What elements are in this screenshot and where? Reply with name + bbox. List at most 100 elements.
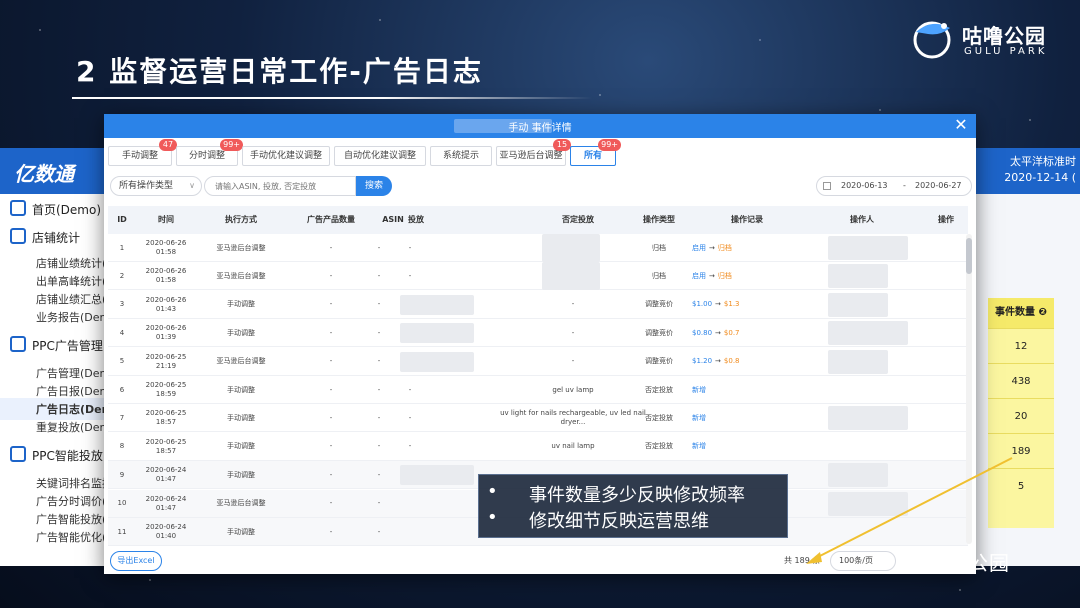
- table-row[interactable]: 2 2020-06-26 01:58 亚马逊后台调整 - - - 归档 启用 → 归档: [108, 262, 968, 291]
- row-asin: -: [377, 243, 381, 252]
- row-asin: -: [377, 328, 381, 337]
- export-excel-button[interactable]: 导出Excel: [110, 551, 162, 571]
- sidebar-item[interactable]: PPC智能投放: [0, 444, 108, 466]
- arrow-right-icon: →: [715, 300, 721, 309]
- row-operation-type: 否定投放: [645, 442, 673, 451]
- row-clock: 01:58: [155, 276, 177, 285]
- row-operation-type: 调整竞价: [645, 300, 673, 309]
- callout-box: • 事件数量多少反映修改频率 • 修改细节反映运营思维: [478, 474, 788, 538]
- row-id: 6: [119, 385, 125, 394]
- record-to: $1.3: [723, 300, 740, 309]
- redacted-target: [400, 465, 474, 486]
- table-row[interactable]: 1 2020-06-26 01:58 亚马逊后台调整 - - - 归档 启用 → 归档: [108, 234, 968, 262]
- redacted-operator: [828, 321, 908, 346]
- row-clock: 01:47: [155, 475, 177, 484]
- row-method: 亚马逊后台调整: [216, 243, 266, 252]
- row-clock: 01:39: [155, 333, 177, 342]
- record-to: 归档: [717, 271, 732, 280]
- row-operation-type: 调整竞价: [645, 328, 673, 337]
- row-product-count: -: [329, 300, 333, 309]
- close-icon[interactable]: ✕: [952, 116, 970, 134]
- table-row[interactable]: 4 2020-06-26 01:39 手动调整 - - - 调整竞价 $0.80 → $0.7: [108, 319, 968, 348]
- table-row[interactable]: 5 2020-06-25 21:19 亚马逊后台调整 - - - 调整竞价 $1.20 → $0.8: [108, 348, 968, 376]
- row-id: 5: [119, 357, 125, 366]
- tab-item[interactable]: 亚马逊后台调整 15: [496, 139, 571, 166]
- wechat-icon: [903, 551, 921, 569]
- sidebar-item-label: 店铺业绩汇总(D: [36, 293, 108, 306]
- row-operation-record: 新增: [692, 376, 752, 404]
- arrow-right-icon: →: [709, 271, 715, 280]
- page-size-select[interactable]: 100条/页: [830, 551, 896, 571]
- row-target: -: [408, 243, 412, 252]
- record-from: 启用: [692, 243, 706, 252]
- record-from: $1.00: [692, 300, 713, 309]
- row-product-count: -: [329, 385, 333, 394]
- search-button[interactable]: 搜索: [356, 176, 392, 196]
- record-from: $1.20: [692, 357, 713, 366]
- row-method: 手动调整: [227, 328, 255, 337]
- row-operation-record: 新增: [692, 433, 752, 461]
- sidebar-item[interactable]: 首页(Demo): [0, 198, 108, 220]
- event-count-column: 事件数量 ❷ 12 438 20 189 5: [988, 298, 1054, 528]
- column-header: 时间: [158, 215, 174, 224]
- sidebar-item-label: 广告智能投放(D: [36, 513, 108, 526]
- row-product-count: -: [329, 499, 333, 508]
- table-scrollbar[interactable]: [966, 234, 972, 544]
- tab-item[interactable]: 手动优化建议调整: [242, 146, 330, 166]
- column-header: 操作人: [850, 215, 874, 224]
- scrollbar-thumb[interactable]: [966, 238, 972, 274]
- table-row[interactable]: 8 2020-06-25 18:57 手动调整 - - - uv nail lamp 否定投放新…: [108, 433, 968, 461]
- operation-type-select[interactable]: 所有操作类型 ∨: [110, 176, 202, 196]
- row-id: 10: [117, 499, 127, 508]
- redacted-target: [400, 294, 474, 315]
- table-row[interactable]: 3 2020-06-26 01:43 手动调整 - - - 调整竞价 $1.00 → $1.3: [108, 291, 968, 319]
- sidebar-item[interactable]: 广告智能优化(D: [0, 526, 108, 548]
- row-id: 3: [119, 300, 125, 309]
- date-range-picker[interactable]: 2020-06-13 - 2020-06-27: [816, 176, 972, 196]
- redacted-operator: [828, 406, 908, 431]
- gulu-park-logo-icon: [913, 21, 951, 59]
- row-date: 2020-06-25: [145, 352, 187, 361]
- brand-subtitle: GULU PARK: [964, 46, 1048, 57]
- menu-icon: [10, 200, 26, 216]
- tab-item[interactable]: 系统提示: [430, 146, 492, 166]
- sidebar-item[interactable]: PPC广告管理: [0, 334, 108, 356]
- row-product-count: -: [329, 470, 333, 479]
- row-clock: 21:19: [155, 361, 177, 370]
- table-row[interactable]: 7 2020-06-25 18:57 手动调整 - - - uv light for nail…: [108, 404, 968, 433]
- sidebar-item[interactable]: 重复投放(Demo: [0, 416, 108, 438]
- sidebar-item-label: 首页(Demo): [32, 203, 102, 217]
- tab-label: 系统提示: [442, 151, 479, 161]
- tab-label: 亚马逊后台调整: [499, 151, 563, 161]
- row-time: 2020-06-26 01:58: [138, 262, 194, 290]
- tab-item[interactable]: 自动优化建议调整: [334, 146, 426, 166]
- row-target: [398, 490, 422, 518]
- sidebar-item-label: 店铺统计: [32, 231, 81, 245]
- row-clock: 01:47: [155, 503, 177, 512]
- row-asin: -: [377, 442, 381, 451]
- row-asin: -: [377, 271, 381, 280]
- tab-item[interactable]: 手动调整 47: [108, 139, 177, 166]
- table-row[interactable]: 6 2020-06-25 18:59 手动调整 - - - gel uv lamp 否定投放 新增: [108, 376, 968, 404]
- row-time: 2020-06-24 01:47: [138, 461, 194, 489]
- sidebar-item[interactable]: 店铺统计: [0, 226, 108, 248]
- row-clock: 18:59: [155, 390, 177, 398]
- sidebar-item-label: 重复投放(Demo: [36, 421, 108, 434]
- redacted-negative-target: [542, 234, 600, 262]
- row-operation-type: 归档: [652, 271, 666, 280]
- tab-item[interactable]: 所有 99+: [570, 139, 621, 166]
- sidebar-item[interactable]: 业务报告(Demo: [0, 306, 108, 328]
- search-input[interactable]: [204, 176, 356, 196]
- row-operation-type: 否定投放: [645, 385, 673, 394]
- row-asin: -: [377, 470, 381, 479]
- column-header: 广告产品数量: [307, 215, 355, 224]
- chevron-down-icon: ∨: [189, 181, 195, 190]
- tab-label: 所有: [583, 151, 602, 161]
- row-method: 手动调整: [227, 413, 255, 422]
- count-badge: 15: [553, 139, 571, 151]
- tab-item[interactable]: 分时调整 99+: [176, 139, 243, 166]
- sidebar-item-label: 广告日报(Demo: [36, 385, 108, 398]
- row-asin: -: [377, 413, 381, 422]
- sidebar-item-label: PPC广告管理: [32, 339, 103, 353]
- tab-label: 手动调整: [121, 151, 158, 161]
